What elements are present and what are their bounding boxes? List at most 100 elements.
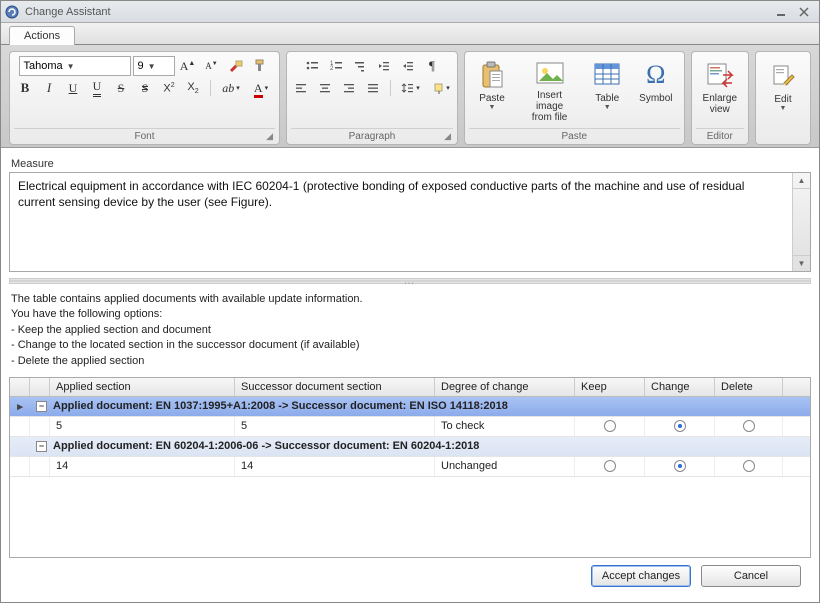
justify-button[interactable] (362, 78, 384, 98)
close-button[interactable] (793, 4, 815, 20)
pencil-icon (767, 60, 799, 92)
superscript-button[interactable]: X2 (158, 78, 180, 98)
font-dialog-launcher[interactable]: ◢ (266, 131, 273, 142)
font-name-combo[interactable]: Tahoma ▼ (19, 56, 131, 76)
paragraph-dialog-launcher[interactable]: ◢ (444, 131, 451, 142)
table-button[interactable]: Table ▼ (584, 56, 630, 126)
row-toggle (30, 457, 50, 476)
row-indicator (10, 437, 30, 456)
font-color-button[interactable]: A▾ (247, 78, 275, 98)
table-row[interactable]: 55To check (10, 417, 810, 437)
font-name-value: Tahoma (24, 60, 63, 72)
increase-indent-button[interactable] (397, 56, 419, 76)
col-toggle[interactable] (30, 378, 50, 396)
cell-applied: 14 (50, 457, 235, 476)
delete-radio[interactable] (743, 420, 755, 432)
col-indicator[interactable] (10, 378, 30, 396)
edit-button[interactable]: Edit ▼ (760, 57, 806, 127)
ribbon: Tahoma ▼ 9 ▼ A▲ A▼ B I U U (1, 45, 819, 148)
multilevel-button[interactable] (349, 56, 371, 76)
collapse-icon[interactable]: − (36, 441, 47, 452)
documents-grid: Applied section Successor document secti… (9, 377, 811, 558)
menubar: Actions (1, 23, 819, 45)
group-row[interactable]: −Applied document: EN 60204-1:2006-06 ->… (10, 437, 810, 457)
scroll-up-button[interactable]: ▲ (793, 173, 810, 189)
shrink-font-button[interactable]: A▼ (201, 56, 223, 76)
double-underline-button[interactable]: U (86, 78, 108, 98)
group-title-cell[interactable]: −Applied document: EN 60204-1:2006-06 ->… (30, 437, 810, 456)
group-title-cell[interactable]: −Applied document: EN 1037:1995+A1:2008 … (30, 397, 810, 416)
strikethrough-button[interactable]: S (110, 78, 132, 98)
col-degree[interactable]: Degree of change (435, 378, 575, 396)
separator (390, 80, 391, 96)
insert-image-button[interactable]: Insert image from file (517, 56, 582, 126)
chevron-down-icon: ▼ (148, 62, 156, 71)
shading-button[interactable]: ▾ (427, 78, 455, 98)
row-toggle (30, 417, 50, 436)
highlight-color-button[interactable]: ab▾ (217, 78, 245, 98)
show-marks-button[interactable]: ¶ (421, 56, 443, 76)
group-label: Font ◢ (14, 128, 275, 144)
editor-group-caption: Editor (707, 131, 733, 142)
col-keep[interactable]: Keep (575, 378, 645, 396)
table-row[interactable]: 1414Unchanged (10, 457, 810, 477)
insert-image-label: Insert image from file (524, 90, 575, 123)
cell-successor: 14 (235, 457, 435, 476)
measure-text[interactable]: Electrical equipment in accordance with … (10, 173, 792, 271)
delete-radio[interactable] (743, 460, 755, 472)
collapse-icon[interactable]: − (36, 401, 47, 412)
tab-actions[interactable]: Actions (9, 26, 75, 45)
numbering-button[interactable]: 12 (325, 56, 347, 76)
scroll-track[interactable] (793, 189, 810, 255)
group-paste: Paste ▼ Insert image from file Table ▼ Ω… (464, 51, 685, 145)
bold-button[interactable]: B (14, 78, 36, 98)
enlarge-label: Enlarge view (703, 93, 737, 115)
paste-label: Paste (479, 93, 505, 104)
grid-body: ▸−Applied document: EN 1037:1995+A1:2008… (10, 397, 810, 557)
accept-changes-button[interactable]: Accept changes (591, 565, 691, 587)
group-label: Paste (469, 128, 680, 144)
grid-header: Applied section Successor document secti… (10, 378, 810, 397)
group-title: Applied document: EN 1037:1995+A1:2008 -… (53, 400, 508, 412)
minimize-button[interactable] (771, 4, 793, 20)
cell-applied: 5 (50, 417, 235, 436)
info-line: You have the following options: (11, 307, 811, 322)
format-painter-button[interactable] (249, 56, 271, 76)
align-right-button[interactable] (338, 78, 360, 98)
col-applied[interactable]: Applied section (50, 378, 235, 396)
change-radio[interactable] (674, 420, 686, 432)
decrease-indent-button[interactable] (373, 56, 395, 76)
keep-radio[interactable] (604, 460, 616, 472)
row-indicator (10, 457, 30, 476)
subscript-button[interactable]: X2 (182, 78, 204, 98)
underline-button[interactable]: U (62, 78, 84, 98)
symbol-button[interactable]: Ω Symbol (632, 56, 679, 126)
group-label: Editor (696, 128, 744, 144)
group-font: Tahoma ▼ 9 ▼ A▲ A▼ B I U U (9, 51, 280, 145)
col-delete[interactable]: Delete (715, 378, 783, 396)
splitter[interactable] (9, 278, 811, 284)
omega-icon: Ω (640, 59, 672, 91)
line-spacing-button[interactable]: ▾ (397, 78, 425, 98)
cell-successor: 5 (235, 417, 435, 436)
scrollbar[interactable]: ▲ ▼ (792, 173, 810, 271)
grow-font-button[interactable]: A▲ (177, 56, 199, 76)
font-size-combo[interactable]: 9 ▼ (133, 56, 175, 76)
keep-radio[interactable] (604, 420, 616, 432)
clear-format-button[interactable] (225, 56, 247, 76)
col-successor[interactable]: Successor document section (235, 378, 435, 396)
bullets-button[interactable] (301, 56, 323, 76)
cancel-button[interactable]: Cancel (701, 565, 801, 587)
change-radio[interactable] (674, 460, 686, 472)
italic-button[interactable]: I (38, 78, 60, 98)
enlarge-view-button[interactable]: Enlarge view (696, 56, 744, 126)
col-change[interactable]: Change (645, 378, 715, 396)
align-left-button[interactable] (290, 78, 312, 98)
measure-editor[interactable]: Electrical equipment in accordance with … (9, 172, 811, 272)
align-center-button[interactable] (314, 78, 336, 98)
paste-button[interactable]: Paste ▼ (469, 56, 515, 126)
cell-delete (715, 417, 783, 436)
scroll-down-button[interactable]: ▼ (793, 255, 810, 271)
double-strike-button[interactable]: S (134, 78, 156, 98)
group-row[interactable]: ▸−Applied document: EN 1037:1995+A1:2008… (10, 397, 810, 417)
